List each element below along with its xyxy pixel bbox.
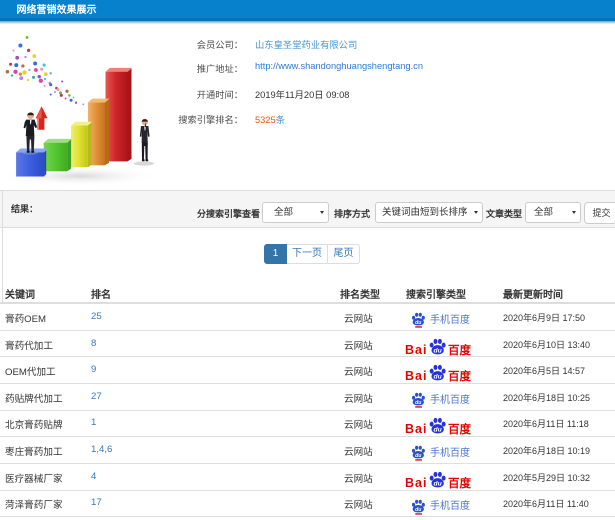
svg-text:du: du: [434, 373, 442, 380]
svg-text:du: du: [415, 507, 422, 513]
svg-text:du: du: [415, 320, 422, 326]
svg-text:du: du: [434, 347, 442, 354]
svg-text:du: du: [434, 480, 442, 487]
svg-text:du: du: [434, 426, 442, 433]
svg-text:du: du: [415, 400, 422, 406]
svg-text:du: du: [415, 453, 422, 459]
